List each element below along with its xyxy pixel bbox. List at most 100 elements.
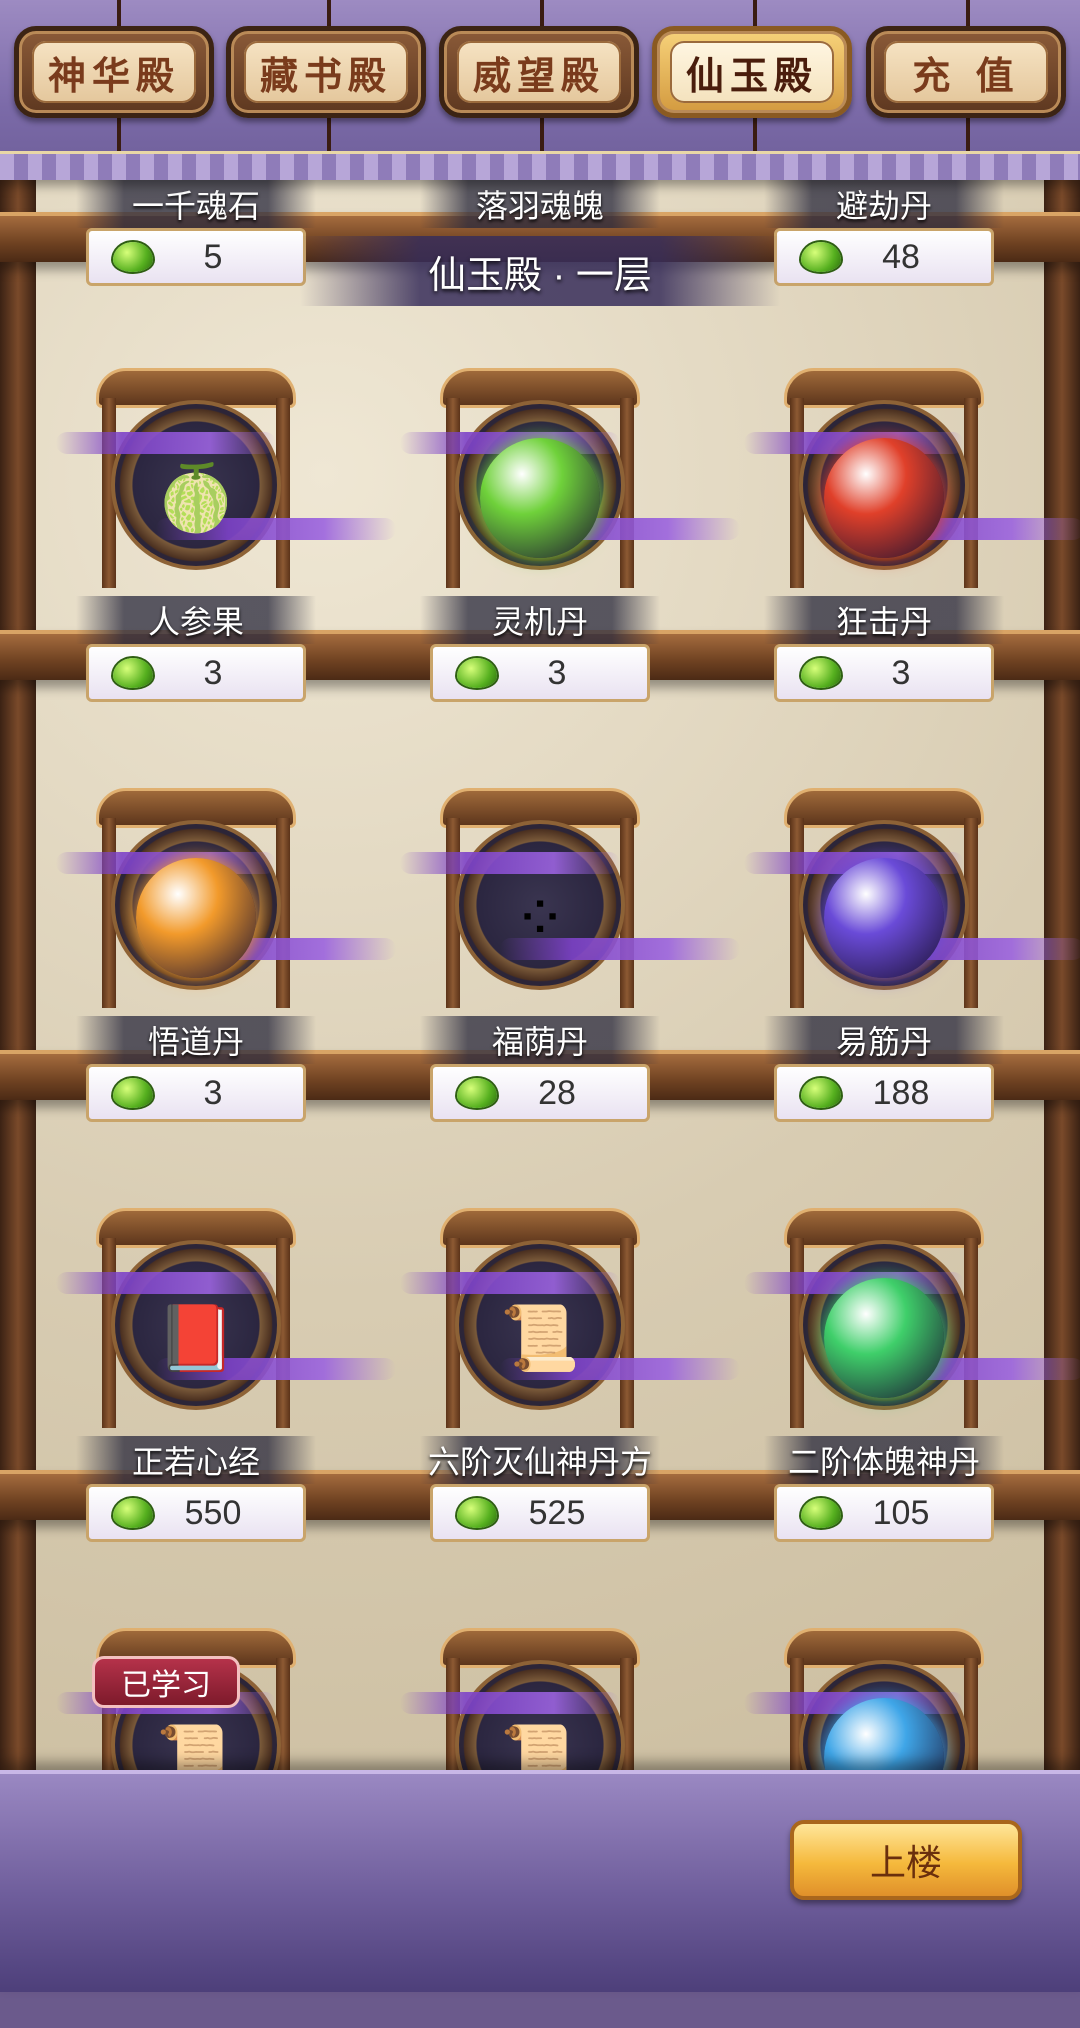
item-price-box: 48: [774, 228, 994, 286]
purple-orb-icon: [824, 858, 944, 978]
item-price-box: 188: [774, 1064, 994, 1122]
tab-label: 藏书殿: [259, 52, 392, 98]
item-price: 3: [203, 1073, 223, 1112]
jade-coin-icon: [801, 658, 841, 688]
scroll-icon: 📜: [500, 1301, 580, 1374]
item-price: 3: [547, 653, 567, 692]
jade-coin-icon: [113, 658, 153, 688]
learned-badge-text: 已学习: [121, 1669, 211, 1702]
top-tab-bar: 神华殿 藏书殿 威望殿 仙玉殿 充 值: [0, 0, 1080, 180]
tab-prestige-hall[interactable]: 威望殿: [439, 26, 639, 118]
tab-shenhua-hall[interactable]: 神华殿: [14, 26, 214, 118]
item-name: 灵机丹: [491, 604, 588, 640]
item-price: 28: [538, 1073, 576, 1112]
shop-item[interactable]: 📕 正若心经 550: [56, 1208, 396, 1608]
item-name: 易筋丹: [835, 1024, 932, 1060]
shop-item[interactable]: 二阶体魄神丹 105: [744, 1208, 1080, 1608]
item-price: 105: [872, 1493, 930, 1532]
shop-item[interactable]: 狂击丹 3: [744, 368, 1080, 768]
ginseng-fruit-icon: 🍈: [156, 461, 236, 534]
tab-label: 充 值: [912, 52, 1020, 98]
item-name: 狂击丹: [835, 604, 932, 640]
tab-inner: 藏书殿: [244, 41, 408, 103]
shop-item[interactable]: 易筋丹 188: [744, 788, 1080, 1188]
item-name: 人参果: [147, 604, 244, 640]
item-price-box: 3: [86, 1064, 306, 1122]
fringe-decoration: [0, 151, 1080, 180]
item-name-bar: 六阶灭仙神丹方: [420, 1436, 660, 1484]
shop-item[interactable]: 📜 六阶灭仙神丹方 525: [400, 1208, 740, 1608]
item-price: 3: [891, 653, 911, 692]
upstairs-button[interactable]: 上楼: [790, 1820, 1022, 1900]
tab-recharge[interactable]: 充 值: [866, 26, 1066, 118]
learned-badge: 已学习: [92, 1656, 240, 1708]
jade-coin-icon: [457, 1078, 497, 1108]
jade-coin-icon: [801, 1498, 841, 1528]
item-name: 落羽魂魄: [475, 188, 604, 224]
item-price: 48: [882, 237, 920, 276]
item-name-bar: 避劫丹: [764, 180, 1004, 228]
item-price-box: 3: [86, 644, 306, 702]
item-name-bar: 落羽魂魄: [420, 180, 660, 228]
item-price-box: 525: [430, 1484, 650, 1542]
item-name-bar: 一千魂石: [76, 180, 316, 228]
jade-coin-icon: [113, 1078, 153, 1108]
jade-coin-icon: [801, 1078, 841, 1108]
colored-pills-leaf-icon: ⁘: [513, 881, 567, 954]
item-name-bar: 灵机丹: [420, 596, 660, 644]
item-name-bar: 狂击丹: [764, 596, 1004, 644]
shop-item[interactable]: ⁘ 福荫丹 28: [400, 788, 740, 1188]
green-pill-icon: [480, 438, 600, 558]
item-price-box: 28: [430, 1064, 650, 1122]
item-name: 悟道丹: [147, 1024, 244, 1060]
item-price-box: 105: [774, 1484, 994, 1542]
item-price-box: 3: [774, 644, 994, 702]
red-pill-icon: [824, 438, 944, 558]
item-name: 正若心经: [131, 1444, 260, 1480]
floor-label-text: 仙玉殿 · 一层: [428, 254, 652, 297]
item-price: 550: [184, 1493, 242, 1532]
shop-item[interactable]: 🍈 人参果 3: [56, 368, 396, 768]
item-name: 福荫丹: [491, 1024, 588, 1060]
tab-label: 仙玉殿: [685, 52, 818, 98]
item-price-box: 550: [86, 1484, 306, 1542]
jade-coin-icon: [801, 242, 841, 272]
item-price: 5: [203, 237, 223, 276]
green-orb-stand-icon: [824, 1278, 944, 1398]
item-name-bar: 正若心经: [76, 1436, 316, 1484]
tab-label: 神华殿: [47, 52, 180, 98]
item-name-bar: 二阶体魄神丹: [764, 1436, 1004, 1484]
tab-jade-hall[interactable]: 仙玉殿: [652, 26, 852, 118]
tab-inner: 威望殿: [457, 41, 621, 103]
jade-coin-icon: [457, 658, 497, 688]
item-name: 避劫丹: [835, 188, 932, 224]
shop-item[interactable]: 灵机丹 3: [400, 368, 740, 768]
jade-coin-icon: [113, 242, 153, 272]
shelf-pillar: [1044, 150, 1080, 1770]
item-price: 3: [203, 653, 223, 692]
shelf-pillar: [0, 150, 36, 1770]
floor-label: 仙玉殿 · 一层: [300, 236, 780, 306]
item-name: 二阶体魄神丹: [787, 1444, 980, 1480]
tab-inner: 神华殿: [32, 41, 196, 103]
item-name: 六阶灭仙神丹方: [427, 1444, 652, 1480]
tab-inner: 充 值: [884, 41, 1048, 103]
tab-inner: 仙玉殿: [670, 41, 834, 103]
jade-coin-icon: [113, 1498, 153, 1528]
tab-label: 威望殿: [472, 52, 605, 98]
orange-pill-icon: [136, 858, 256, 978]
item-price-box: 5: [86, 228, 306, 286]
upstairs-button-label: 上楼: [869, 1842, 942, 1883]
jade-coin-icon: [457, 1498, 497, 1528]
tab-library-hall[interactable]: 藏书殿: [226, 26, 426, 118]
item-price-box: 3: [430, 644, 650, 702]
item-name-bar: 悟道丹: [76, 1016, 316, 1064]
item-name-bar: 人参果: [76, 596, 316, 644]
item-name: 一千魂石: [131, 188, 260, 224]
book-icon: 📕: [156, 1301, 236, 1374]
item-name-bar: 福荫丹: [420, 1016, 660, 1064]
item-price: 525: [528, 1493, 586, 1532]
item-name-bar: 易筋丹: [764, 1016, 1004, 1064]
item-price: 188: [872, 1073, 930, 1112]
shop-item[interactable]: 悟道丹 3: [56, 788, 396, 1188]
